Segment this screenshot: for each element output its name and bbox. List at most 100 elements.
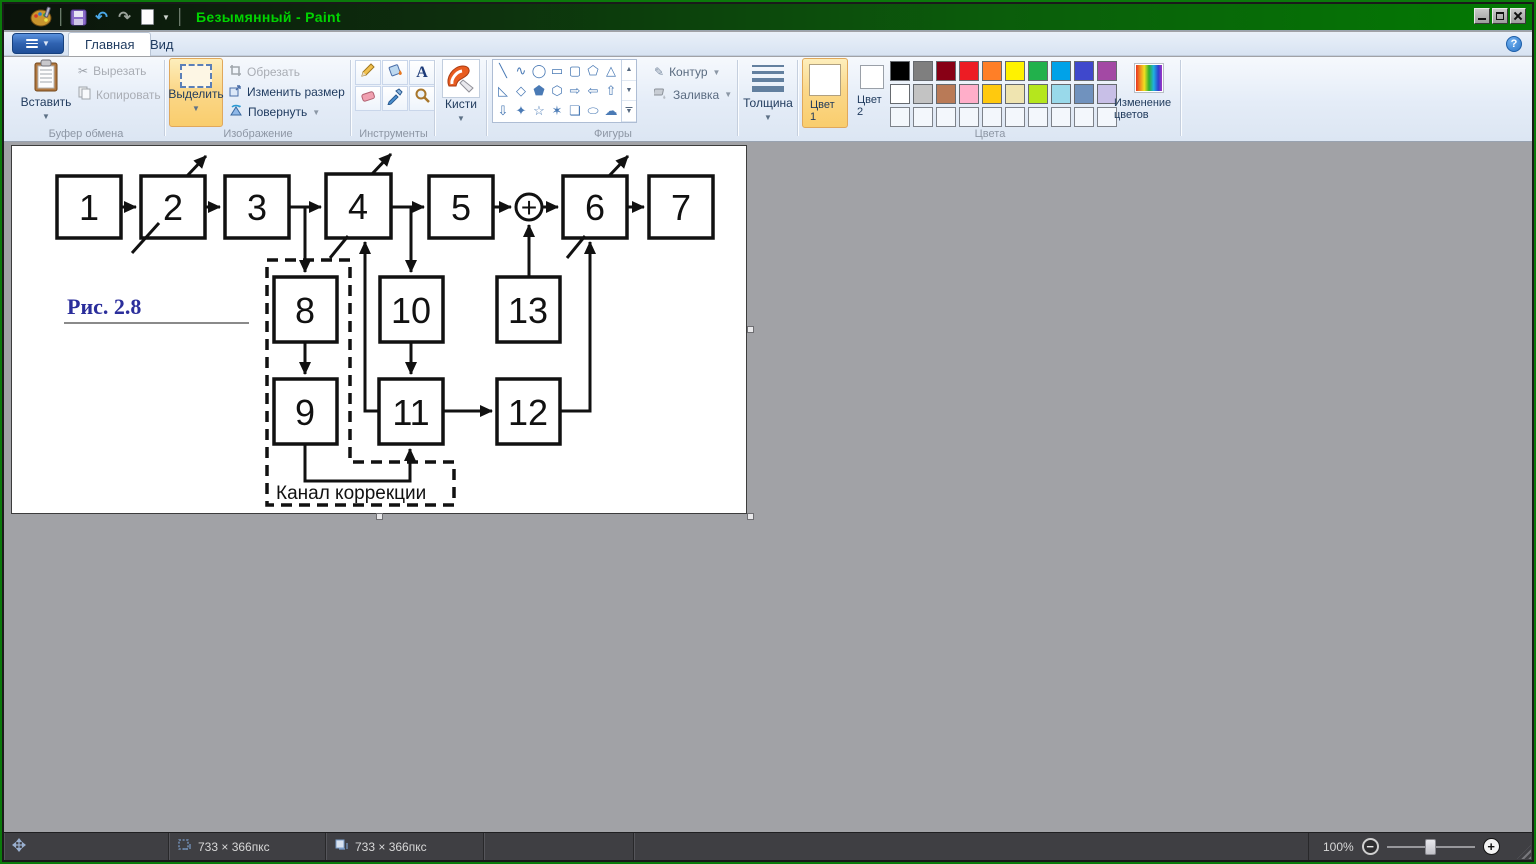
shape-tool[interactable]: ☁: [602, 101, 620, 121]
new-document-button[interactable]: [137, 7, 158, 27]
shape-tool[interactable]: ✶: [548, 101, 566, 121]
outline-button[interactable]: ✎ Контур ▼: [654, 65, 720, 79]
maximize-button[interactable]: [1492, 8, 1508, 24]
rotate-button[interactable]: Повернуть ▼: [229, 104, 320, 120]
copy-button[interactable]: Копировать: [78, 86, 161, 103]
color2-button[interactable]: Цвет 2: [854, 65, 890, 118]
canvas-resize-handle-bottom[interactable]: [376, 513, 383, 520]
shape-tool[interactable]: ❏: [566, 101, 584, 121]
tab-view[interactable]: Вид: [134, 32, 190, 56]
shape-tool[interactable]: ⇨: [566, 81, 584, 101]
zoom-slider[interactable]: [1386, 838, 1475, 855]
shape-tool[interactable]: ▭: [548, 61, 566, 81]
select-button[interactable]: Выделить ▼: [168, 58, 224, 127]
shape-tool[interactable]: ▢: [566, 61, 584, 81]
gallery-more-icon[interactable]: ▼: [622, 101, 636, 123]
shape-tool[interactable]: ✦: [512, 101, 530, 121]
shape-tool[interactable]: ⇦: [584, 81, 602, 101]
text-tool[interactable]: A: [409, 60, 435, 85]
empty-color-slot[interactable]: [1005, 107, 1025, 127]
scroll-down-icon[interactable]: ▼: [622, 81, 636, 102]
canvas-resize-handle-right[interactable]: [747, 326, 754, 333]
crop-button[interactable]: Обрезать: [229, 64, 300, 80]
color-swatch[interactable]: [890, 61, 910, 81]
color-swatch[interactable]: [936, 84, 956, 104]
color-swatch[interactable]: [959, 61, 979, 81]
canvas-resize-handle-corner[interactable]: [747, 513, 754, 520]
empty-color-slot[interactable]: [890, 107, 910, 127]
empty-color-slot[interactable]: [1074, 107, 1094, 127]
shape-tool[interactable]: ◯: [530, 61, 548, 81]
titlebar: ↶ ↷ ▼ Безымянный - Paint: [4, 4, 1532, 31]
eyedropper-icon: [386, 87, 404, 110]
save-button[interactable]: [68, 7, 89, 27]
empty-color-slot[interactable]: [936, 107, 956, 127]
paste-button[interactable]: Вставить ▼: [20, 59, 72, 123]
shape-tool[interactable]: ◺: [494, 81, 512, 101]
scroll-up-icon[interactable]: ▲: [622, 60, 636, 81]
drawing-canvas[interactable]: 1 2 3 4 5 6 7 8 10 13 9 11 12 + Рис. 2.8: [11, 145, 747, 514]
color-swatch[interactable]: [1074, 84, 1094, 104]
empty-color-slot[interactable]: [913, 107, 933, 127]
shape-tool[interactable]: ⬟: [530, 81, 548, 101]
color-swatch[interactable]: [1005, 61, 1025, 81]
color-swatch[interactable]: [1074, 61, 1094, 81]
resize-button[interactable]: Изменить размер: [229, 84, 345, 100]
resize-grip[interactable]: [1517, 845, 1531, 859]
color-swatch[interactable]: [1028, 61, 1048, 81]
color-swatch[interactable]: [1051, 61, 1071, 81]
fill-tool[interactable]: [382, 60, 408, 85]
paint-menu-button[interactable]: ▼: [12, 33, 64, 54]
shape-tool[interactable]: ⇧: [602, 81, 620, 101]
eraser-tool[interactable]: [355, 86, 381, 111]
color-swatch[interactable]: [982, 84, 1002, 104]
zoom-slider-thumb[interactable]: [1424, 838, 1436, 855]
cut-button[interactable]: ✂ Вырезать: [78, 64, 146, 78]
color-swatch[interactable]: [890, 84, 910, 104]
qat-separator: [60, 8, 61, 26]
shape-tool[interactable]: ╲: [494, 61, 512, 81]
fill-button[interactable]: Заливка ▼: [652, 87, 733, 102]
color-swatch[interactable]: [913, 61, 933, 81]
color1-swatch: [809, 64, 841, 96]
shape-tool[interactable]: ◇: [512, 81, 530, 101]
help-button[interactable]: ?: [1506, 36, 1522, 52]
empty-color-slot[interactable]: [959, 107, 979, 127]
shape-tool[interactable]: ⬡: [548, 81, 566, 101]
color-swatch[interactable]: [1005, 84, 1025, 104]
block-label: 12: [508, 392, 548, 433]
zoom-out-button[interactable]: −: [1361, 838, 1379, 855]
color-swatch[interactable]: [936, 61, 956, 81]
block-label: 11: [392, 392, 429, 433]
brushes-button[interactable]: Кисти ▼: [438, 59, 484, 125]
color-swatch[interactable]: [982, 61, 1002, 81]
color-picker-tool[interactable]: [382, 86, 408, 111]
color-swatch[interactable]: [913, 84, 933, 104]
pencil-tool[interactable]: [355, 60, 381, 85]
shape-tool[interactable]: ⬭: [584, 101, 602, 121]
size-button[interactable]: Толщина ▼: [743, 59, 793, 124]
empty-color-slot[interactable]: [1051, 107, 1071, 127]
shape-tool[interactable]: ⇩: [494, 101, 512, 121]
redo-button[interactable]: ↷: [114, 7, 135, 27]
qat-customize-dropdown[interactable]: ▼: [159, 13, 173, 22]
edit-colors-button[interactable]: Изменение цветов: [1114, 63, 1178, 121]
color-swatch[interactable]: [1051, 84, 1071, 104]
magnifier-tool[interactable]: [409, 86, 435, 111]
clipboard-icon: [32, 59, 60, 96]
undo-button[interactable]: ↶: [91, 7, 112, 27]
empty-color-slot[interactable]: [982, 107, 1002, 127]
shape-tool[interactable]: △: [602, 61, 620, 81]
empty-color-slot[interactable]: [1028, 107, 1048, 127]
shape-tool[interactable]: ∿: [512, 61, 530, 81]
zoom-in-button[interactable]: +: [1482, 838, 1500, 855]
minimize-button[interactable]: [1474, 8, 1490, 24]
color-swatch[interactable]: [959, 84, 979, 104]
shape-tool[interactable]: ☆: [530, 101, 548, 121]
shape-tool[interactable]: ⬠: [584, 61, 602, 81]
color-swatch[interactable]: [1028, 84, 1048, 104]
color-swatch[interactable]: [1097, 61, 1117, 81]
close-button[interactable]: [1510, 8, 1526, 24]
color1-button[interactable]: Цвет 1: [802, 58, 848, 128]
chevron-down-icon: ▼: [724, 90, 733, 99]
